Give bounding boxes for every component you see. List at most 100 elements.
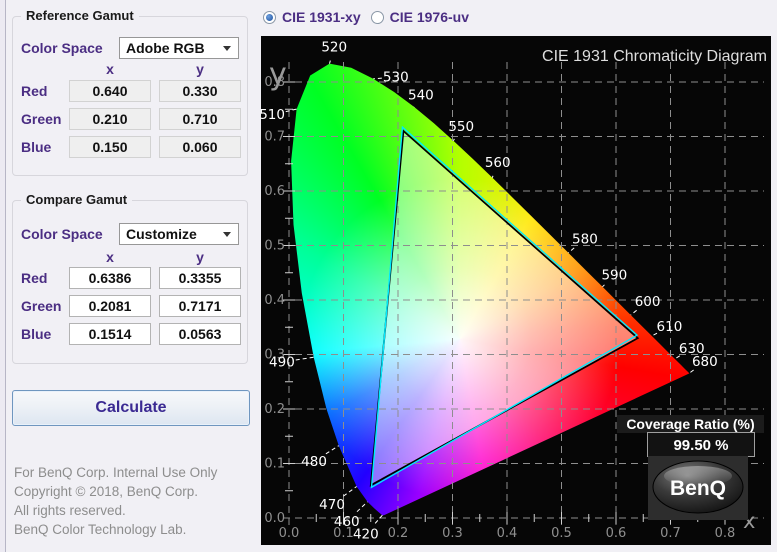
coverage-ratio-value: 99.50 % [647, 432, 755, 457]
radio-cie-1976-uv[interactable]: CIE 1976-uv [371, 9, 469, 25]
wavelength-label: 610 [657, 319, 683, 335]
x-tick-label: 0.5 [551, 526, 572, 541]
compare-gamut-group: Compare Gamut Color Space Customize x y … [12, 200, 248, 364]
footer-copyright: For BenQ Corp. Internal Use Only Copyrig… [14, 463, 248, 539]
footer-line: BenQ Color Technology Lab. [14, 520, 248, 539]
reference-blue-x-field[interactable]: 0.150 [69, 136, 151, 158]
compare-col-y-header: y [159, 249, 241, 265]
y-tick-label: 0.2 [264, 402, 285, 417]
compare-red-label: Red [21, 270, 47, 286]
reference-red-label: Red [21, 83, 47, 99]
compare-blue-y-field[interactable]: 0.0563 [159, 323, 241, 345]
reference-col-x-header: x [69, 61, 151, 77]
wavelength-leader [631, 310, 637, 315]
benq-logo-text: BenQ [670, 477, 726, 500]
reference-gamut-group: Reference Gamut Color Space Adobe RGB x … [12, 16, 248, 176]
gamut-interior-veil [371, 131, 638, 485]
x-tick-label: 0.3 [442, 526, 463, 541]
wavelength-label: 540 [408, 88, 434, 104]
x-tick-label: 0.4 [497, 526, 518, 541]
wavelength-label: 470 [319, 497, 345, 513]
chevron-down-icon [223, 46, 231, 51]
compare-col-x-header: x [69, 249, 151, 265]
compare-color-space-label: Color Space [21, 226, 103, 242]
wavelength-leader [453, 139, 454, 141]
radio-button-icon[interactable] [371, 11, 384, 24]
reference-green-y-field[interactable]: 0.710 [159, 108, 241, 130]
wavelength-label: 580 [572, 231, 598, 247]
compare-gamut-title: Compare Gamut [21, 192, 132, 207]
compare-blue-x-field[interactable]: 0.1514 [69, 323, 151, 345]
diagram-type-radio-group: CIE 1931-xy CIE 1976-uv [263, 4, 563, 30]
footer-line: For BenQ Corp. Internal Use Only [14, 463, 248, 482]
compare-green-label: Green [21, 298, 61, 314]
wavelength-leader [357, 502, 368, 512]
x-tick-label: 0.0 [279, 526, 300, 541]
reference-color-space-value: Adobe RGB [120, 40, 223, 56]
wavelength-label: 520 [321, 40, 347, 56]
wavelength-leader [568, 248, 574, 253]
wavelength-label: 510 [261, 107, 285, 123]
wavelength-leader [343, 486, 356, 496]
compare-green-x-field[interactable]: 0.2081 [69, 295, 151, 317]
wavelength-label: 560 [485, 155, 511, 171]
calculate-button[interactable]: Calculate [12, 390, 250, 426]
gamut-calculator-window: Reference Gamut Color Space Adobe RGB x … [0, 0, 777, 552]
compare-red-x-field[interactable]: 0.6386 [69, 267, 151, 289]
reference-red-y-field[interactable]: 0.330 [159, 80, 241, 102]
coverage-ratio-label: Coverage Ratio (%) [617, 415, 764, 433]
radio-cie-1931-xy[interactable]: CIE 1931-xy [263, 9, 361, 25]
wavelength-leader [373, 78, 382, 79]
radio-cie-1976-uv-label: CIE 1976-uv [390, 9, 469, 25]
wavelength-leader [329, 61, 330, 64]
x-tick-label: 0.7 [660, 526, 681, 541]
wavelength-leader [326, 446, 339, 454]
chevron-down-icon [223, 232, 231, 237]
reference-blue-y-field[interactable]: 0.060 [159, 136, 241, 158]
wavelength-leader [492, 176, 493, 178]
window-left-edge [0, 0, 6, 552]
wavelength-label: 600 [635, 294, 661, 310]
x-tick-label: 0.6 [606, 526, 627, 541]
reference-color-space-dropdown[interactable]: Adobe RGB [119, 37, 239, 59]
reference-color-space-label: Color Space [21, 40, 103, 56]
y-tick-label: 0.0 [264, 511, 285, 526]
compare-color-space-dropdown[interactable]: Customize [119, 223, 239, 245]
benq-logo: BenQ [648, 456, 748, 520]
y-tick-label: 0.5 [264, 239, 285, 254]
wavelength-label: 480 [301, 454, 327, 470]
y-axis-label: y [269, 57, 287, 92]
wavelength-label: 550 [448, 119, 474, 135]
wavelength-leader [296, 357, 314, 360]
y-tick-label: 0.1 [264, 457, 285, 472]
compare-green-y-field[interactable]: 0.7171 [159, 295, 241, 317]
wavelength-leader [602, 285, 604, 287]
wavelength-label: 590 [601, 267, 627, 283]
compare-color-space-value: Customize [120, 226, 223, 242]
wavelength-label: 680 [692, 354, 718, 370]
y-tick-label: 0.7 [264, 130, 285, 145]
reference-blue-label: Blue [21, 139, 51, 155]
y-tick-label: 0.4 [264, 293, 285, 308]
reference-green-x-field[interactable]: 0.210 [69, 108, 151, 130]
footer-line: Copyright © 2018, BenQ Corp. [14, 482, 248, 501]
radio-cie-1931-xy-label: CIE 1931-xy [282, 9, 361, 25]
wavelength-leader [375, 515, 382, 523]
x-tick-label: 0.2 [388, 526, 409, 541]
x-tick-label: 0.8 [715, 526, 736, 541]
wavelength-label: 530 [383, 70, 409, 86]
reference-gamut-title: Reference Gamut [21, 8, 139, 23]
compare-blue-label: Blue [21, 326, 51, 342]
wavelength-label: 420 [353, 526, 379, 542]
compare-red-y-field[interactable]: 0.3355 [159, 267, 241, 289]
y-tick-label: 0.6 [264, 184, 285, 199]
reference-green-label: Green [21, 111, 61, 127]
reference-col-y-header: y [159, 61, 241, 77]
radio-button-icon[interactable] [263, 11, 276, 24]
chromaticity-diagram: 0.00.10.20.30.40.50.60.70.80.00.10.20.30… [261, 36, 771, 545]
wavelength-label: 490 [269, 355, 295, 371]
footer-line: All rights reserved. [14, 501, 248, 520]
chart-title: CIE 1931 Chromaticity Diagram [542, 48, 767, 65]
benq-logo-graphic: BenQ [648, 456, 748, 520]
reference-red-x-field[interactable]: 0.640 [69, 80, 151, 102]
